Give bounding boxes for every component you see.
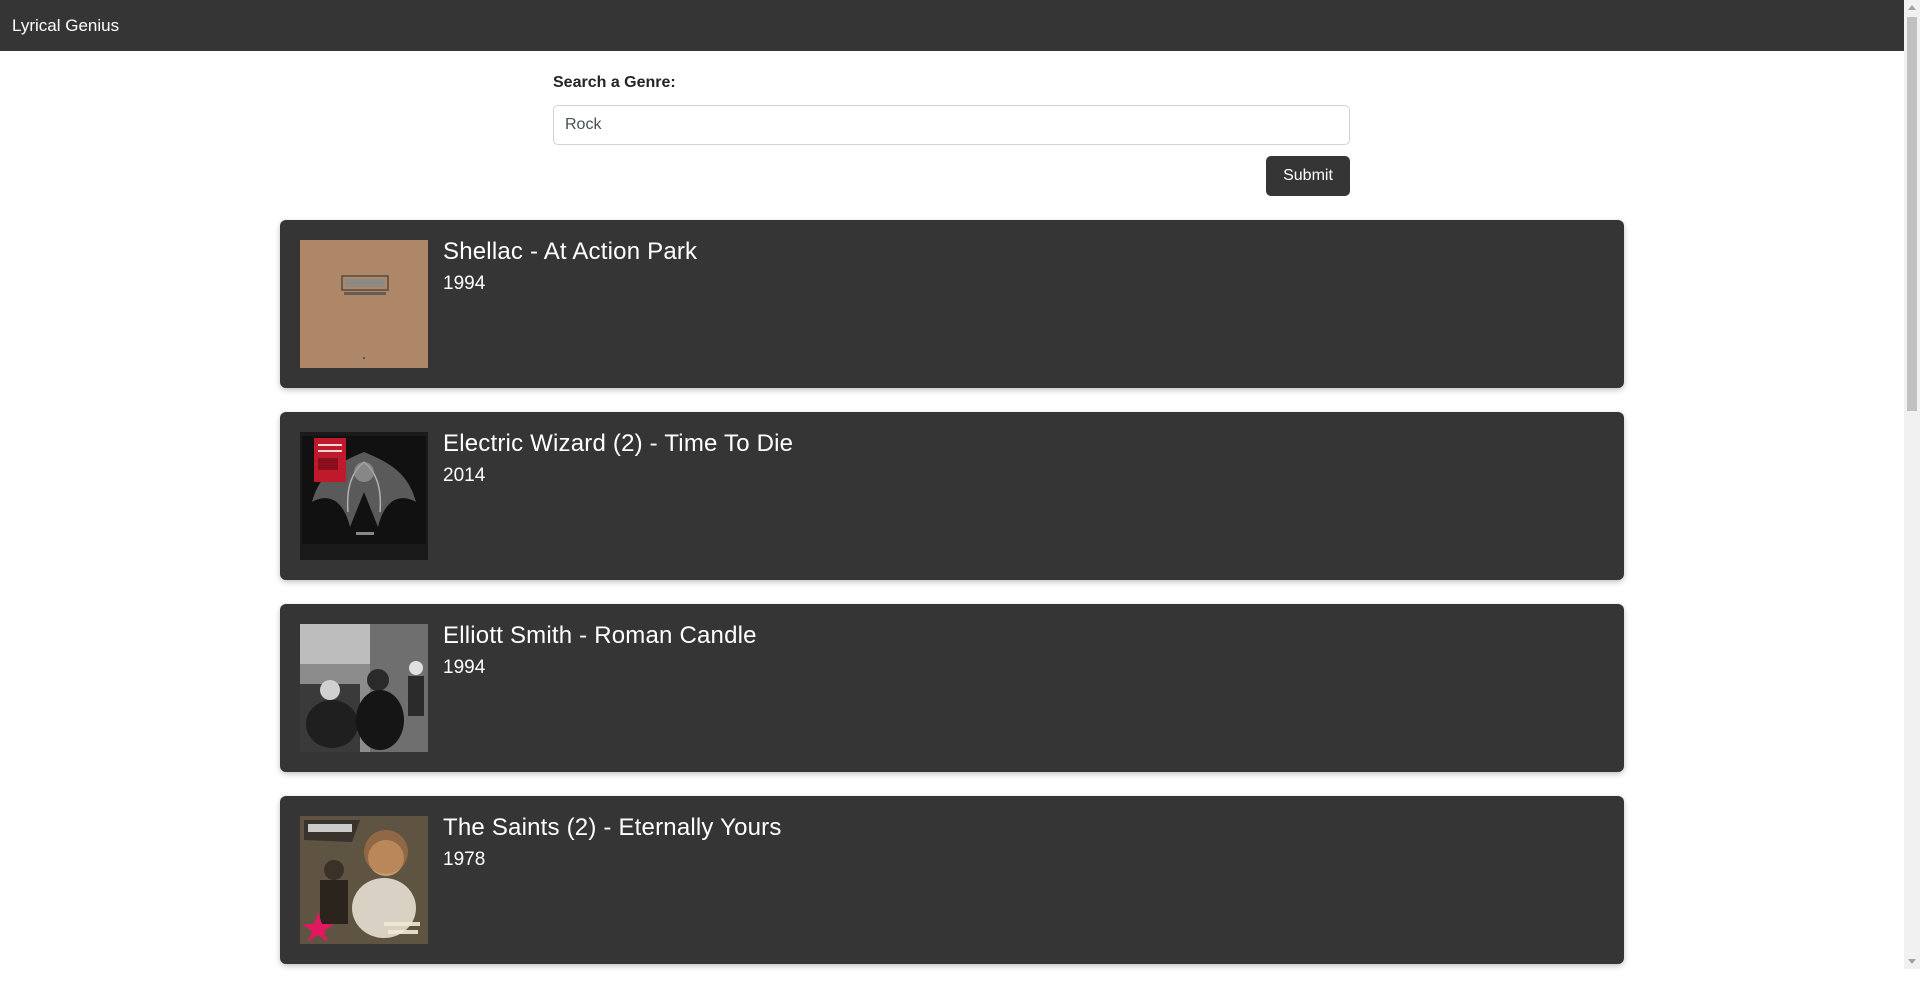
results-list: Shellac - At Action Park 1994 Electric W… — [280, 220, 1624, 988]
album-title: Shellac - At Action Park — [443, 238, 698, 265]
album-cover-shellac — [300, 240, 428, 368]
genre-search-form: Search a Genre: Submit — [553, 74, 1350, 196]
search-label: Search a Genre: — [553, 74, 676, 91]
album-year: 1994 — [443, 273, 486, 294]
album-year: 1994 — [443, 657, 486, 678]
brand-link[interactable]: Lyrical Genius — [12, 16, 119, 36]
result-card[interactable]: The Saints (2) - Eternally Yours 1978 — [280, 796, 1624, 964]
album-cover-image — [300, 624, 428, 752]
album-year: 2014 — [443, 465, 486, 486]
scroll-up-arrow-icon[interactable] — [1908, 5, 1916, 10]
result-card[interactable]: Elliott Smith - Roman Candle 1994 — [280, 604, 1624, 772]
navbar: Lyrical Genius — [0, 0, 1904, 51]
page-scrollbar[interactable] — [1904, 0, 1920, 969]
album-cover-image — [300, 816, 428, 944]
result-card[interactable]: Shellac - At Action Park 1994 — [280, 220, 1624, 388]
album-year: 1978 — [443, 849, 486, 870]
album-title: The Saints (2) - Eternally Yours — [443, 814, 782, 841]
scrollbar-thumb[interactable] — [1907, 17, 1917, 411]
album-cover-image — [300, 432, 428, 560]
genre-search-input[interactable] — [553, 105, 1350, 145]
album-cover-elliott-smith — [300, 624, 428, 752]
album-title: Electric Wizard (2) - Time To Die — [443, 430, 794, 457]
album-cover-the-saints — [300, 816, 428, 944]
album-title: Elliott Smith - Roman Candle — [443, 622, 757, 649]
album-cover-electric-wizard — [300, 432, 428, 560]
submit-button[interactable]: Submit — [1266, 156, 1350, 196]
result-card[interactable]: Electric Wizard (2) - Time To Die 2014 — [280, 412, 1624, 580]
scroll-down-arrow-icon[interactable] — [1908, 959, 1916, 964]
album-cover-image — [300, 240, 428, 368]
